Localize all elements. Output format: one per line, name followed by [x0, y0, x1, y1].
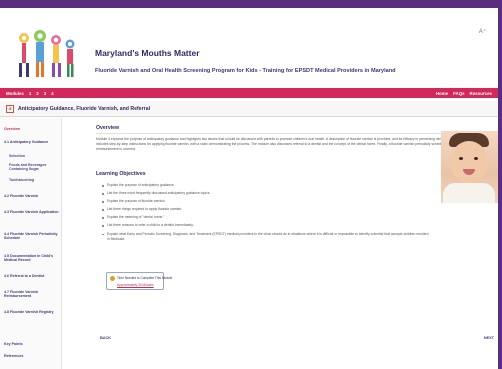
sidebar-item-foods-beverages[interactable]: Foods and Beverages Containing Sugar [9, 163, 65, 172]
sidebar-item-reimbursement[interactable]: 4.7 Fluoride Varnish Reimbursement [4, 290, 60, 299]
overview-paragraph: Module 4 explains the purpose of anticip… [96, 137, 495, 151]
nav-module-3[interactable]: 3 [44, 91, 46, 96]
clock-icon [110, 276, 115, 281]
nav-module-4[interactable]: 4 [51, 91, 53, 96]
sidebar-item-toothbrushing[interactable]: Toothbrushing [9, 178, 65, 182]
time-needed-label: Time Needed to Complete This Module [117, 275, 173, 280]
back-button[interactable]: BACK [100, 336, 111, 340]
module-title: Anticipatory Guidance, Fluoride Varnish,… [18, 106, 151, 112]
utility-nav: Home FAQs Resources [436, 91, 492, 96]
site-header: Maryland's Mouths Matter Fluoride Varnis… [0, 8, 498, 88]
sidebar-item-periodicity-schedule[interactable]: 4.4 Fluoride Varnish Periodicity Schedul… [4, 232, 60, 241]
objective-item: List the three most frequently discussed… [102, 191, 432, 196]
module-number-badge: 4 [6, 105, 14, 113]
nav-faqs-link[interactable]: FAQs [453, 91, 464, 96]
learning-objectives-list: Explain the purpose of anticipatory guid… [102, 183, 432, 245]
nav-module-1[interactable]: 1 [29, 91, 31, 96]
right-frame [498, 0, 502, 369]
nav-home-link[interactable]: Home [436, 91, 448, 96]
objective-item: Explain the purpose of fluoride varnish. [102, 199, 432, 204]
nav-module-2[interactable]: 2 [36, 91, 38, 96]
app-window: Maryland's Mouths Matter Fluoride Varnis… [0, 0, 502, 369]
sidebar-item-documentation[interactable]: 4.5 Documentation in Child's Medical Rec… [4, 254, 60, 263]
baby-photo [441, 131, 498, 203]
sidebar-item-anticipatory-guidance[interactable]: 4.1 Anticipatory Guidance [4, 140, 60, 144]
sidebar-item-fluoride-varnish[interactable]: 4.2 Fluoride Varnish [4, 194, 60, 198]
text-size-icon[interactable]: A⁺ [479, 28, 486, 35]
modules-label: Modules [6, 90, 24, 96]
objective-item: Explain the meaning of "dental home." [102, 215, 432, 220]
next-button[interactable]: NEXT [484, 336, 494, 340]
site-subtitle: Fluoride Varnish and Oral Health Screeni… [95, 68, 396, 74]
overview-heading: Overview [96, 125, 120, 131]
learning-objectives-heading: Learning Objectives [96, 171, 146, 177]
sidebar-item-selection[interactable]: Selection [9, 154, 65, 158]
modules-nav: Modules 1 2 3 4 [6, 91, 54, 96]
objective-item: Explain the purpose of anticipatory guid… [102, 183, 432, 188]
nav-resources-link[interactable]: Resources [470, 91, 492, 96]
module-title-bar: 4 Anticipatory Guidance, Fluoride Varnis… [0, 101, 498, 117]
sidebar-item-references[interactable]: References [4, 354, 60, 358]
time-needed-box: Time Needed to Complete This Module Appr… [106, 272, 172, 290]
main-content: Overview Module 4 explains the purpose o… [66, 120, 498, 369]
sidebar-item-overview[interactable]: Overview [4, 127, 60, 131]
main-nav-bar: Modules 1 2 3 4 Home FAQs Resources [0, 88, 498, 98]
sidebar-item-varnish-application[interactable]: 4.3 Fluoride Varnish Application [4, 210, 60, 214]
kids-logo-icon [19, 30, 75, 77]
objective-item: List three things required to apply fluo… [102, 207, 432, 212]
sidebar-item-key-points[interactable]: Key Points [4, 342, 60, 346]
sidebar-item-referral[interactable]: 4.6 Referral to a Dentist [4, 274, 60, 278]
top-frame [0, 0, 502, 8]
sidebar-item-registry[interactable]: 4.8 Fluoride Varnish Registry [4, 310, 60, 314]
time-needed-link[interactable]: Approximately 30 Minutes [117, 283, 154, 287]
sidebar-nav: Overview 4.1 Anticipatory Guidance Selec… [0, 118, 62, 369]
objective-item: Explain what Early and Periodic Screenin… [102, 232, 432, 242]
heading-divider [96, 133, 496, 134]
objective-item: List three reasons to refer a child to a… [102, 223, 432, 228]
site-title: Maryland's Mouths Matter [95, 48, 200, 58]
